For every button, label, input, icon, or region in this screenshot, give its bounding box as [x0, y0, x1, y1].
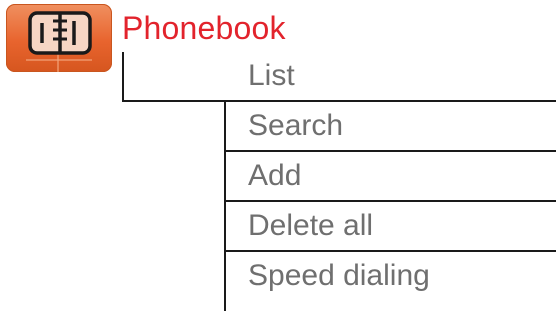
- menu-item-label: Delete all: [248, 209, 374, 242]
- page-title: Phonebook: [122, 10, 286, 46]
- menu-item-label: List: [248, 59, 295, 92]
- menu-item-label: Speed dialing: [248, 259, 430, 292]
- phonebook-icon: [6, 4, 112, 72]
- menu-item-search[interactable]: Search: [224, 102, 556, 152]
- menu-item-add[interactable]: Add: [224, 152, 556, 202]
- menu-item-speed-dialing[interactable]: Speed dialing: [224, 252, 556, 302]
- menu-item-label: Search: [248, 109, 344, 142]
- menu-item-list[interactable]: List: [124, 52, 556, 102]
- menu-item-label: Add: [248, 159, 302, 192]
- menu-item-delete-all[interactable]: Delete all: [224, 202, 556, 252]
